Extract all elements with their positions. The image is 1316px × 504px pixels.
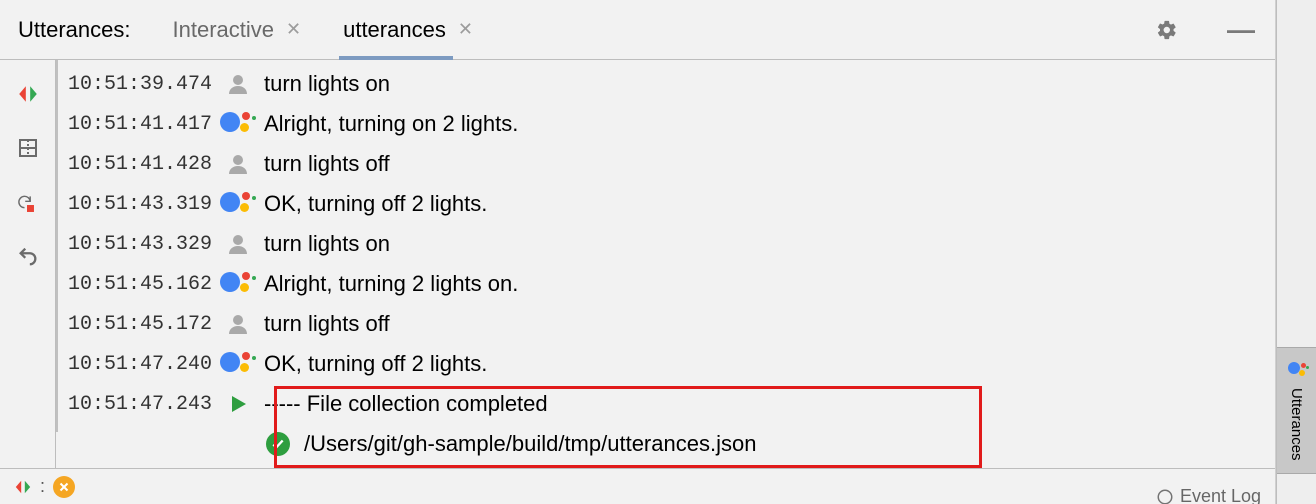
user-icon [218,69,258,99]
user-icon [218,309,258,339]
timestamp: 10:51:45.172 [68,313,218,336]
log-text: /Users/git/gh-sample/build/tmp/utterance… [298,431,756,457]
log-row: 10:51:45.172 turn lights off [56,304,1275,344]
diff-icon[interactable] [14,478,32,496]
toolbar-gutter [0,60,56,468]
rerun-icon[interactable] [16,190,40,214]
assistant-icon [218,189,258,219]
log-text: turn lights off [258,311,390,337]
timestamp: 10:51:45.162 [68,273,218,296]
user-icon [218,229,258,259]
success-check-icon [258,429,298,459]
colon-label: : [40,476,45,497]
event-log-label: Event Log [1180,486,1261,504]
log-text: turn lights on [258,71,390,97]
log-text: ----- File collection completed [258,391,548,417]
assistant-icon [218,109,258,139]
log-row: 10:51:41.417 Alright, turning on 2 light… [56,104,1275,144]
close-icon[interactable]: ✕ [458,19,473,40]
right-tool-stripe: Utterances [1276,0,1316,504]
tab-interactive[interactable]: Interactive ✕ [173,0,302,59]
timestamp: 10:51:41.428 [68,153,218,176]
minimize-icon[interactable]: — [1225,14,1257,46]
panel-title: Utterances: [18,17,131,43]
timestamp: 10:51:43.319 [68,193,218,216]
event-log-button[interactable]: Event Log [1156,486,1261,504]
side-tab-label: Utterances [1288,388,1305,461]
timestamp: 10:51:47.243 [68,393,218,416]
status-bar: : Event Log [0,468,1275,504]
tab-label: Interactive [173,17,275,43]
undo-icon[interactable] [16,244,40,268]
tab-utterances[interactable]: utterances ✕ [343,0,473,59]
log-text: OK, turning off 2 lights. [258,191,487,217]
assistant-icon [218,269,258,299]
log-row: 10:51:47.243 ----- File collection compl… [56,384,1275,424]
log-text: Alright, turning on 2 lights. [258,111,518,137]
scrollbar[interactable] [56,60,58,432]
log-text: turn lights off [258,151,390,177]
log-text: turn lights on [258,231,390,257]
log-row: 10:51:43.319 OK, turning off 2 lights. [56,184,1275,224]
gear-icon[interactable] [1151,14,1183,46]
assistant-icon [218,349,258,379]
log-row: 10:51:45.162 Alright, turning 2 lights o… [56,264,1275,304]
layout-icon[interactable] [16,136,40,160]
tab-label: utterances [343,17,446,43]
console-output[interactable]: 10:51:39.474 turn lights on 10:51:41.417… [56,60,1275,468]
timestamp: 10:51:47.240 [68,353,218,376]
log-row: 10:51:39.474 turn lights on [56,64,1275,104]
log-row: 10:51:47.240 OK, turning off 2 lights. [56,344,1275,384]
timestamp: 10:51:41.417 [68,113,218,136]
tool-window-tabbar: Utterances: Interactive ✕ utterances ✕ — [0,0,1275,60]
side-tab-utterances[interactable]: Utterances [1277,347,1316,474]
log-row: 10:51:43.329 turn lights on [56,224,1275,264]
user-icon [218,149,258,179]
log-text: OK, turning off 2 lights. [258,351,487,377]
log-row: 10:51:41.428 turn lights off [56,144,1275,184]
timestamp: 10:51:43.329 [68,233,218,256]
error-badge-icon[interactable] [53,476,75,498]
close-icon[interactable]: ✕ [286,19,301,40]
timestamp: 10:51:39.474 [68,73,218,96]
diff-icon[interactable] [16,82,40,106]
play-icon [218,389,258,419]
assistant-icon [1288,360,1306,378]
log-text: Alright, turning 2 lights on. [258,271,518,297]
log-row: /Users/git/gh-sample/build/tmp/utterance… [56,424,1275,464]
